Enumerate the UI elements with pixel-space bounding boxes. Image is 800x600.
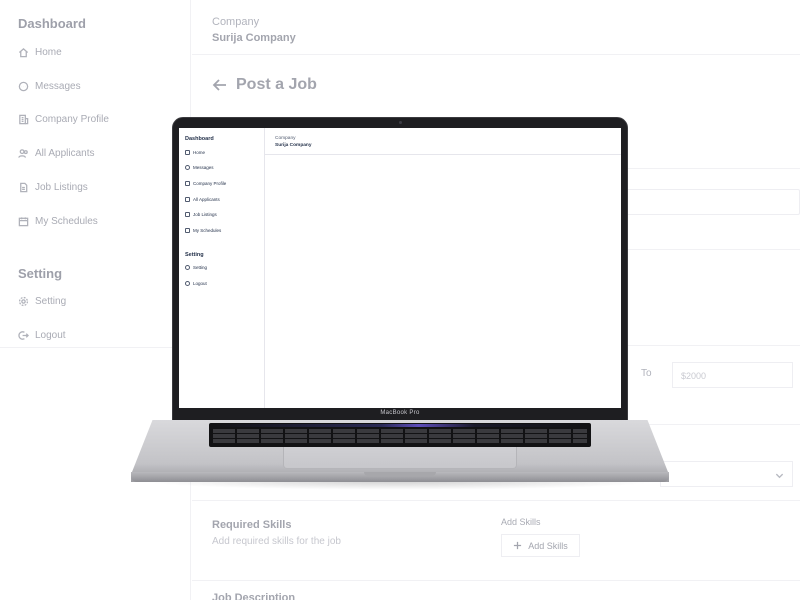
sidebar-item-label: Company Profile	[35, 113, 109, 125]
add-skills-label: Add Skills	[501, 517, 541, 527]
logout-icon	[18, 330, 29, 340]
sidebar-item-label: My Schedules	[35, 215, 98, 227]
mini-sidebar-item-logout[interactable]: Logout	[185, 281, 207, 286]
sidebar: Dashboard Home Messages Company Profile …	[0, 0, 191, 348]
divider	[192, 580, 800, 581]
calendar-icon	[18, 216, 29, 226]
laptop-lid: Dashboard Home Messages Company Profile …	[172, 117, 628, 423]
sidebar-item-label: All Applicants	[35, 147, 95, 159]
mini-sidebar-item-label: Company Profile	[193, 181, 227, 186]
camera-icon	[399, 121, 402, 124]
sidebar-item-label: Home	[35, 46, 62, 58]
key-row	[213, 439, 587, 443]
sidebar-item-job-listings[interactable]: Job Listings	[18, 180, 88, 194]
sidebar-item-my-schedules[interactable]: My Schedules	[18, 214, 98, 228]
topbar: Company Surija Company	[192, 0, 800, 55]
mini-sidebar-item-my-schedules[interactable]: My Schedules	[185, 228, 221, 233]
mini-sidebar-item-company-profile[interactable]: Company Profile	[185, 181, 226, 186]
sidebar-item-label: Job Listings	[35, 181, 88, 193]
touch-bar	[213, 424, 587, 427]
laptop-model-label: MacBook Pro	[380, 410, 420, 416]
building-icon	[185, 181, 190, 186]
mini-company-name[interactable]: Surija Company	[275, 143, 312, 148]
mini-sidebar-item-label: Setting	[193, 265, 208, 270]
mini-sidebar-item-all-applicants[interactable]: All Applicants	[185, 197, 220, 202]
mini-sidebar: Dashboard Home Messages Company Profile …	[179, 128, 265, 408]
gear-icon	[18, 296, 29, 306]
key-row	[213, 429, 587, 433]
divider	[192, 500, 800, 501]
sidebar-item-home[interactable]: Home	[18, 45, 62, 59]
mini-company-label: Company	[275, 136, 296, 141]
users-icon	[185, 197, 190, 202]
mini-sidebar-title-setting: Setting	[185, 252, 204, 258]
laptop-lid-notch	[364, 472, 436, 476]
sidebar-item-label: Messages	[35, 80, 81, 92]
sidebar-item-company-profile[interactable]: Company Profile	[18, 112, 109, 126]
trackpad	[283, 447, 517, 469]
mini-sidebar-item-label: Home	[193, 150, 206, 155]
page-title-text: Post a Job	[236, 76, 317, 93]
sidebar-item-label: Logout	[35, 329, 66, 341]
sidebar-item-all-applicants[interactable]: All Applicants	[18, 146, 94, 160]
mini-sidebar-item-messages[interactable]: Messages	[185, 165, 214, 170]
company-label: Company	[212, 16, 260, 28]
salary-to-label: To	[641, 368, 652, 379]
sidebar-title-dashboard: Dashboard	[18, 16, 86, 31]
chat-icon	[18, 81, 29, 91]
home-icon	[18, 47, 29, 57]
company-name[interactable]: Surija Company	[212, 32, 296, 44]
mini-sidebar-item-label: My Schedules	[193, 228, 222, 233]
sidebar-item-setting[interactable]: Setting	[18, 294, 66, 308]
building-icon	[19, 114, 29, 124]
key-row	[213, 434, 587, 438]
job-title-input[interactable]	[620, 189, 800, 215]
mini-sidebar-item-label: Messages	[193, 165, 214, 170]
job-description-title: Job Description	[212, 592, 296, 600]
salary-to-input[interactable]: $2000	[672, 362, 793, 388]
mini-topbar: Company Surija Company	[265, 128, 621, 155]
mini-sidebar-item-label: Job Listings	[193, 212, 217, 217]
logout-icon	[185, 281, 190, 286]
mini-sidebar-item-label: All Applicants	[193, 197, 220, 202]
mini-sidebar-title-dashboard: Dashboard	[185, 136, 214, 142]
sidebar-title-setting: Setting	[18, 266, 63, 281]
sidebar-item-messages[interactable]: Messages	[18, 79, 81, 93]
gear-icon	[185, 265, 190, 270]
mini-sidebar-item-setting[interactable]: Setting	[185, 265, 207, 270]
sidebar-item-logout[interactable]: Logout	[18, 328, 66, 342]
users-icon	[18, 148, 28, 158]
back-arrow-icon[interactable]	[212, 77, 228, 93]
chat-icon	[185, 165, 190, 170]
laptop-screen: Dashboard Home Messages Company Profile …	[179, 128, 621, 408]
document-icon	[20, 182, 28, 192]
mini-sidebar-item-job-listings[interactable]: Job Listings	[185, 212, 217, 217]
chevron-down-icon	[775, 473, 784, 479]
laptop-keyboard	[209, 423, 591, 447]
categories-select[interactable]	[660, 461, 793, 487]
mini-sidebar-item-label: Logout	[193, 281, 207, 286]
mini-sidebar-item-home[interactable]: Home	[185, 150, 205, 155]
add-skills-button[interactable]: Add Skills	[501, 534, 580, 557]
document-icon	[185, 212, 190, 217]
home-icon	[185, 150, 190, 155]
sidebar-item-label: Setting	[35, 295, 67, 307]
plus-icon	[514, 541, 522, 550]
required-skills-subtitle: Add required skills for the job	[212, 536, 341, 547]
required-skills-title: Required Skills	[212, 519, 292, 531]
page-title: Post a Job	[212, 76, 317, 94]
add-skills-button-label: Add Skills	[528, 540, 568, 551]
calendar-icon	[185, 228, 190, 233]
